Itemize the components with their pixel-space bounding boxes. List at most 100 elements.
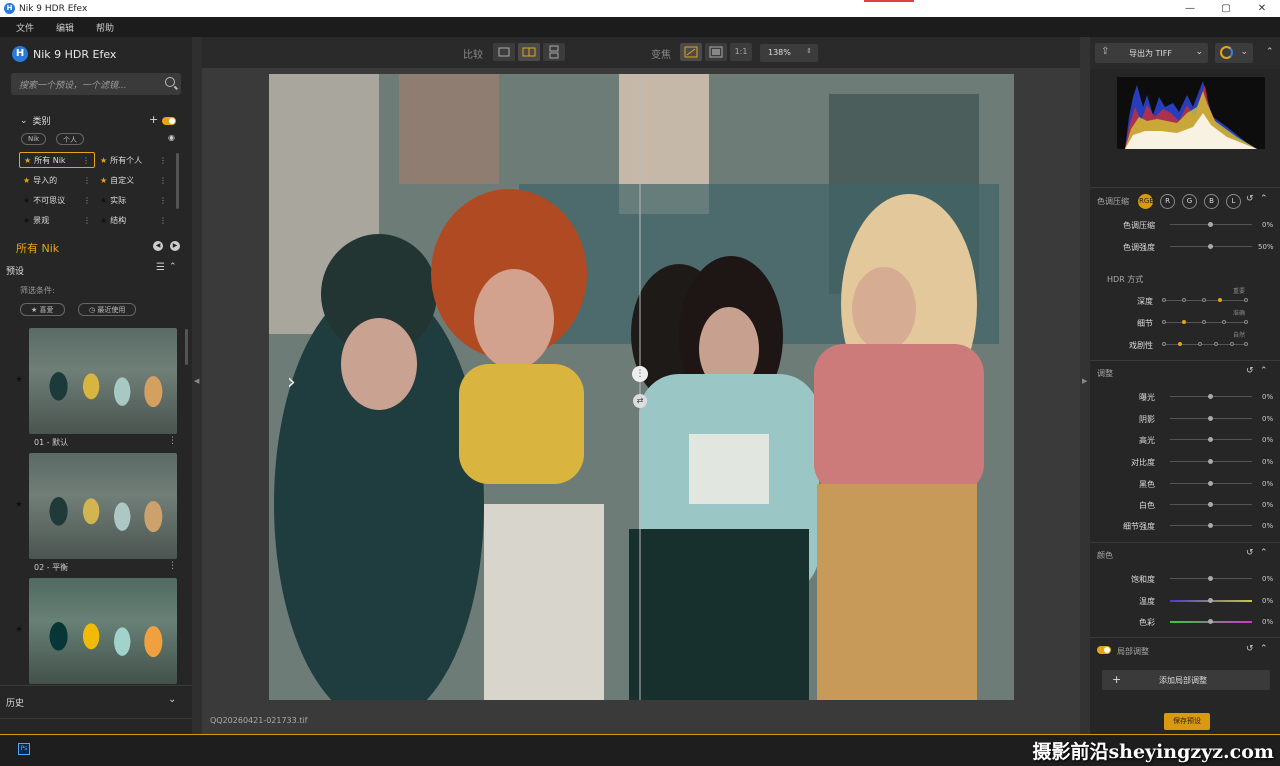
swap-icon[interactable]: ⇄: [633, 394, 647, 408]
slider-knob[interactable]: [1208, 459, 1213, 464]
slider-knob[interactable]: [1208, 523, 1213, 528]
contrast-slider[interactable]: [1170, 459, 1252, 464]
category-custom[interactable]: ★ 自定义 ⋮: [96, 172, 171, 188]
reset-icon[interactable]: ↺: [1246, 366, 1254, 376]
filter-recent[interactable]: ◷ 最近使用: [78, 303, 137, 316]
save-preset-button[interactable]: 保存预设: [1164, 713, 1210, 730]
exposure-slider[interactable]: [1170, 394, 1252, 399]
slider-knob[interactable]: [1218, 298, 1222, 302]
saturation-slider[interactable]: [1170, 576, 1252, 581]
history-header[interactable]: 历史: [6, 696, 24, 709]
channel-g[interactable]: G: [1182, 194, 1197, 209]
export-select[interactable]: ⇪ 导出为 TIFF ⌄: [1095, 43, 1208, 63]
list-view-icon[interactable]: ☰: [156, 262, 165, 273]
preset-thumbnail[interactable]: [29, 328, 177, 434]
chip-nik[interactable]: Nik: [21, 133, 47, 145]
whites-slider[interactable]: [1170, 502, 1252, 507]
more-icon[interactable]: ⋮: [159, 196, 167, 205]
next-icon[interactable]: ▶: [170, 241, 180, 251]
close-button[interactable]: ✕: [1244, 0, 1280, 17]
preset-more-icon[interactable]: ⋮: [168, 561, 177, 571]
compare-split-button[interactable]: [518, 43, 540, 61]
slider-knob[interactable]: [1208, 598, 1213, 603]
channel-l[interactable]: L: [1226, 194, 1241, 209]
slider-knob[interactable]: [1208, 481, 1213, 486]
category-landscape[interactable]: ★ 景观 ⋮: [19, 212, 95, 228]
slider-knob[interactable]: [1178, 342, 1182, 346]
collapse-icon[interactable]: ⌃: [169, 262, 177, 272]
highlights-slider[interactable]: [1170, 437, 1252, 442]
category-surreal[interactable]: ★ 不可思议 ⋮: [19, 192, 95, 208]
compare-single-button[interactable]: [493, 43, 515, 61]
search-icon[interactable]: [165, 77, 175, 87]
menu-file[interactable]: 文件: [16, 21, 34, 34]
depth-slider[interactable]: [1162, 298, 1248, 302]
channel-rgb[interactable]: RGB: [1138, 194, 1154, 209]
fill-button[interactable]: [705, 43, 727, 61]
temperature-slider[interactable]: [1170, 598, 1252, 603]
preset-star-icon[interactable]: ★: [15, 375, 23, 385]
category-imported[interactable]: ★ 导入的 ⋮: [19, 172, 95, 188]
detail-slider[interactable]: [1162, 320, 1248, 324]
slider-knob[interactable]: [1208, 619, 1213, 624]
preset-thumbnail[interactable]: [29, 578, 177, 684]
maximize-button[interactable]: ▢: [1208, 0, 1244, 17]
add-local-adjust-button[interactable]: + 添加局部调整: [1102, 670, 1270, 690]
category-all-personal[interactable]: ★ 所有个人 ⋮: [96, 152, 171, 168]
preview-image[interactable]: › ⋮ ⇄: [269, 74, 1014, 700]
collapse-left-icon[interactable]: ◀: [194, 377, 199, 385]
photoshop-icon[interactable]: Ps: [18, 743, 30, 755]
slider-knob[interactable]: [1208, 576, 1213, 581]
split-handle[interactable]: ⋮: [632, 366, 648, 382]
chevron-left-icon[interactable]: ›: [287, 370, 296, 395]
category-structure[interactable]: ★ 结构 ⋮: [96, 212, 171, 228]
categories-toggle[interactable]: [162, 117, 176, 125]
more-icon[interactable]: ⋮: [83, 216, 91, 225]
menu-help[interactable]: 帮助: [96, 21, 114, 34]
slider-knob[interactable]: [1208, 222, 1213, 227]
category-all-nik[interactable]: ★ 所有 Nik ⋮: [19, 152, 95, 168]
reset-icon[interactable]: ↺: [1246, 194, 1254, 204]
category-realistic[interactable]: ★ 实际 ⋮: [96, 192, 171, 208]
preset-thumbnail[interactable]: [29, 453, 177, 559]
more-icon[interactable]: ⋮: [82, 156, 90, 165]
prev-icon[interactable]: ◀: [153, 241, 163, 251]
drama-slider[interactable]: [1162, 342, 1248, 346]
more-icon[interactable]: ⋮: [159, 156, 167, 165]
tone-compression-slider[interactable]: [1170, 222, 1252, 227]
preset-star-icon[interactable]: ★: [15, 500, 23, 510]
left-panel-collapse[interactable]: ◀: [192, 37, 202, 734]
channel-b[interactable]: B: [1204, 194, 1219, 209]
collapse-right-icon[interactable]: ▶: [1082, 377, 1087, 385]
preset-star-icon[interactable]: ★: [15, 625, 23, 635]
more-icon[interactable]: ⋮: [83, 196, 91, 205]
search-input[interactable]: 搜索一个预设，一个滤镜...: [11, 73, 181, 95]
reset-icon[interactable]: ↺: [1246, 548, 1254, 558]
more-icon[interactable]: ⋮: [83, 176, 91, 185]
chevron-down-icon[interactable]: ⌄: [168, 694, 176, 705]
fit-button[interactable]: [680, 43, 702, 61]
more-icon[interactable]: ⋮: [159, 216, 167, 225]
tint-slider[interactable]: [1170, 619, 1252, 624]
slider-knob[interactable]: [1208, 394, 1213, 399]
slider-knob[interactable]: [1208, 437, 1213, 442]
loupe-select[interactable]: ⌄: [1215, 43, 1253, 63]
collapse-icon[interactable]: ⌃: [1266, 47, 1274, 57]
menu-edit[interactable]: 编辑: [56, 21, 74, 34]
add-icon[interactable]: +: [149, 113, 158, 126]
filter-favorites[interactable]: ★ 喜爱: [20, 303, 65, 316]
chip-personal[interactable]: 个人: [56, 133, 84, 145]
slider-knob[interactable]: [1208, 502, 1213, 507]
blacks-slider[interactable]: [1170, 481, 1252, 486]
right-panel-collapse[interactable]: ▶: [1080, 37, 1090, 734]
collapse-icon[interactable]: ⌃: [1260, 194, 1268, 204]
compare-stacked-button[interactable]: [543, 43, 565, 61]
channel-r[interactable]: R: [1160, 194, 1175, 209]
radio-icon[interactable]: ◉: [168, 133, 175, 142]
shadows-slider[interactable]: [1170, 416, 1252, 421]
slider-knob[interactable]: [1208, 416, 1213, 421]
tone-strength-slider[interactable]: [1170, 244, 1252, 249]
category-scrollbar[interactable]: [176, 153, 179, 209]
collapse-icon[interactable]: ⌃: [1260, 366, 1268, 376]
minimize-button[interactable]: —: [1172, 0, 1208, 17]
